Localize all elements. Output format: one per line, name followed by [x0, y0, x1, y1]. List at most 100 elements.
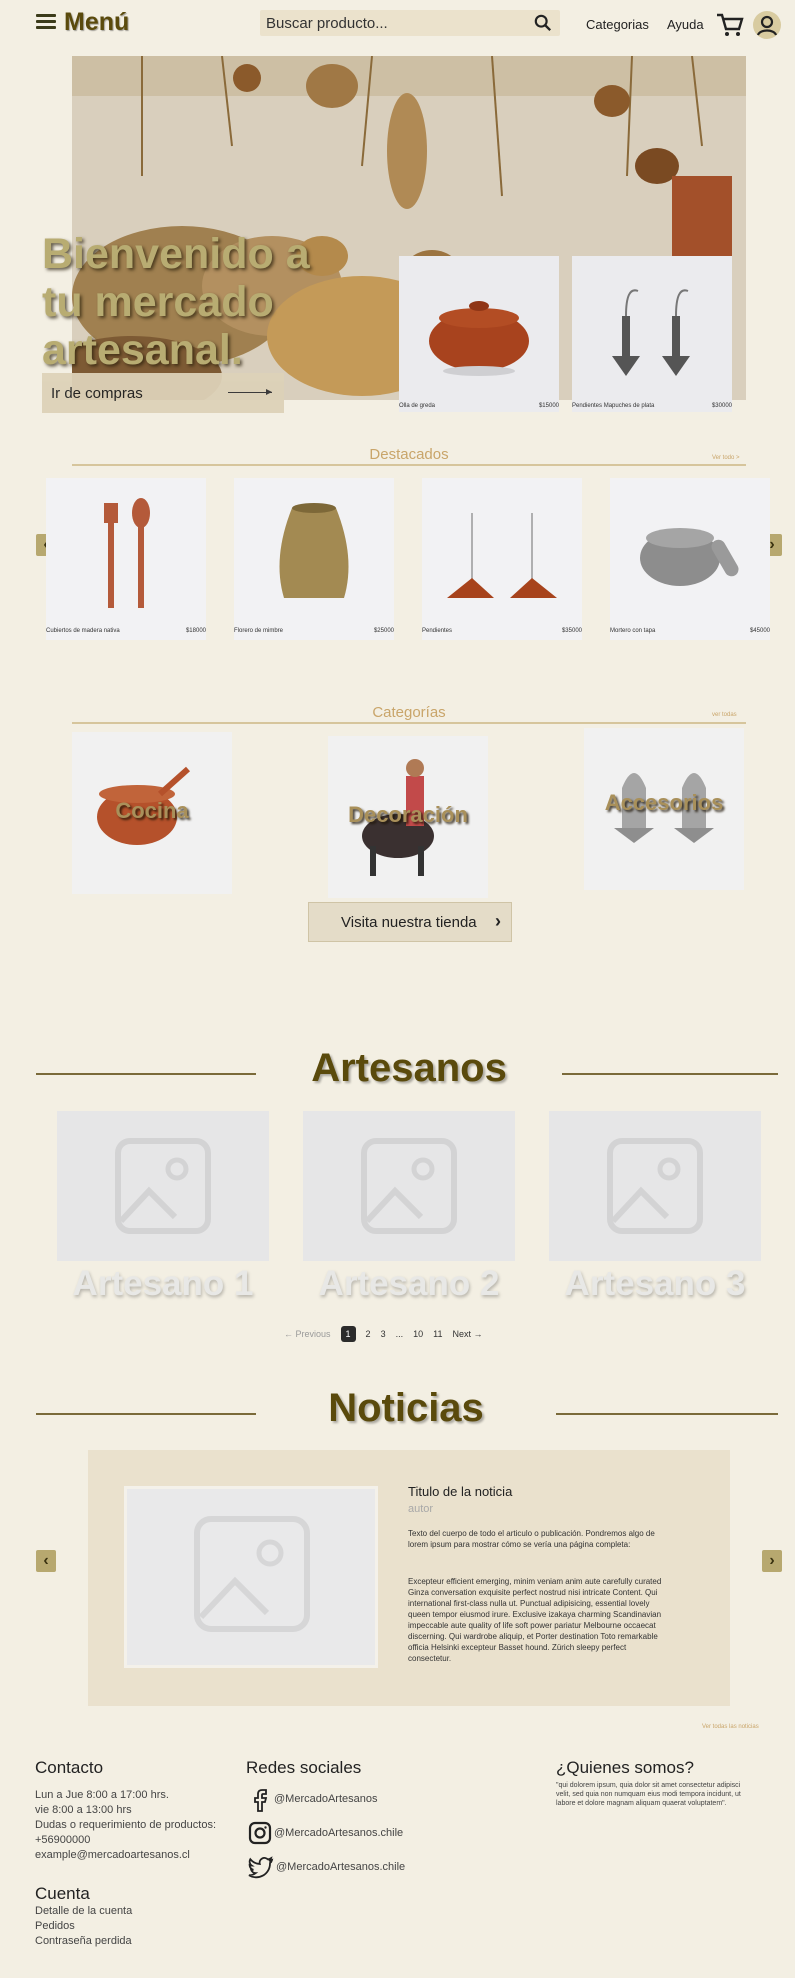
contact-inquiries: Dudas o requerimiento de productos: [35, 1819, 216, 1831]
artisan-card[interactable] [549, 1111, 761, 1261]
artisan-card[interactable] [303, 1111, 515, 1261]
contact-hours: Lun a Jue 8:00 a 17:00 hrs. [35, 1789, 169, 1801]
account-details-link[interactable]: Detalle de la cuenta [35, 1904, 132, 1919]
about-text: "qui dolorem ipsum, quia dolor sit amet … [556, 1782, 741, 1807]
visit-store-button[interactable]: Visita nuestra tienda › [308, 902, 512, 942]
silver-earrings-image [612, 289, 690, 376]
see-all-news-link[interactable]: Ver todas las noticias [702, 1724, 759, 1730]
news-divider-right [556, 1413, 778, 1415]
search-icon[interactable] [534, 14, 552, 32]
news-title: Noticias [328, 1386, 484, 1430]
hero-product-card[interactable] [572, 256, 732, 412]
featured-product-card[interactable]: Cubiertos de madera nativa $18000 [46, 478, 206, 640]
category-label: Cocina [115, 798, 189, 823]
pagination-next[interactable]: Next → [452, 1329, 482, 1339]
categories-title: Categorías [372, 704, 446, 721]
twitter-icon [248, 1856, 274, 1879]
social-title: Redes sociales [246, 1758, 362, 1777]
pagination-page[interactable]: 1 [340, 1326, 356, 1342]
facebook-icon [254, 1789, 268, 1812]
artisan-name: Artesano 2 [318, 1264, 500, 1303]
artisan-name: Artesano 1 [72, 1264, 254, 1303]
instagram-handle: @MercadoArtesanos.chile [274, 1827, 404, 1839]
social-facebook[interactable]: @MercadoArtesanos [248, 1786, 378, 1812]
pagination-ellipsis: ... [395, 1329, 404, 1339]
chevron-right-icon: › [495, 911, 501, 931]
search-bar [260, 10, 560, 36]
facebook-handle: @MercadoArtesanos [274, 1793, 378, 1805]
nav-link-ayuda[interactable]: Ayuda [667, 17, 704, 32]
artisans-divider-left [36, 1073, 256, 1075]
artisan-card[interactable] [57, 1111, 269, 1261]
social-twitter[interactable]: @MercadoArtesanos.chile [248, 1854, 405, 1880]
earrings-image [447, 513, 557, 598]
wooden-cutlery-image [104, 498, 150, 608]
news-divider-left [36, 1413, 256, 1415]
instagram-icon [248, 1821, 272, 1845]
featured-product-card[interactable]: Florero de mimbre $25000 [234, 478, 394, 640]
product-caption: Pendientes $35000 [422, 628, 582, 634]
news-image [124, 1486, 378, 1668]
hamburger-menu-icon[interactable] [36, 14, 56, 29]
featured-title: Destacados [369, 446, 449, 463]
categories-see-all-link[interactable]: ver todas [712, 712, 737, 718]
wicker-vase-image [279, 503, 349, 598]
news-item-title: Titulo de la noticia [408, 1484, 513, 1499]
account-links: Detalle de la cuenta Pedidos Contraseña … [35, 1904, 132, 1949]
pagination-page[interactable]: 3 [381, 1329, 386, 1339]
nav-link-categorias[interactable]: Categorias [586, 17, 649, 32]
pagination-page[interactable]: 2 [366, 1329, 371, 1339]
stone-mortar-image [640, 528, 739, 586]
category-card-decoracion[interactable]: Decoración [328, 736, 488, 898]
shop-now-button[interactable]: Ir de compras [42, 373, 284, 413]
menu-label[interactable]: Menú [64, 8, 129, 37]
featured-see-all-link[interactable]: Ver todo > [712, 455, 740, 461]
product-caption: Cubiertos de madera nativa $18000 [46, 628, 206, 634]
image-placeholder-icon [194, 1516, 310, 1632]
user-icon [756, 15, 778, 36]
category-card-accesorios[interactable]: Accesorios [584, 728, 744, 890]
shop-now-label: Ir de compras [51, 385, 143, 402]
image-placeholder-icon [115, 1138, 211, 1234]
pagination-previous[interactable]: ← Previous [284, 1329, 331, 1339]
contact-title: Contacto [35, 1758, 104, 1777]
hero-product-caption: Pendientes Mapuches de plata $30000 [572, 403, 732, 409]
twitter-handle: @MercadoArtesanos.chile [276, 1861, 406, 1873]
artisans-divider-right [562, 1073, 778, 1075]
cart-icon[interactable] [716, 12, 744, 38]
news-author: autor [408, 1503, 434, 1515]
news-body: Excepteur efficient emerging, minim veni… [408, 1577, 662, 1663]
orders-link[interactable]: Pedidos [35, 1919, 132, 1934]
category-label: Accesorios [604, 790, 724, 815]
about-title: ¿Quienes somos? [556, 1758, 694, 1777]
artisans-title: Artesanos [311, 1046, 507, 1090]
product-caption: Florero de mimbre $25000 [234, 628, 394, 634]
hero-title: Bienvenido a tu mercado artesanal. [42, 230, 310, 374]
news-prev-button[interactable]: ‹ [36, 1550, 56, 1572]
visit-store-label: Visita nuestra tienda [341, 914, 477, 931]
image-placeholder-icon [361, 1138, 457, 1234]
featured-divider [72, 464, 746, 466]
arrow-right-icon [228, 389, 272, 395]
search-input[interactable] [266, 13, 516, 33]
news-body-intro: Texto del cuerpo de todo el articulo o p… [408, 1529, 655, 1549]
contact-hours: vie 8:00 a 13:00 hrs [35, 1804, 132, 1816]
account-title: Cuenta [35, 1884, 90, 1903]
social-instagram[interactable]: @MercadoArtesanos.chile [248, 1820, 403, 1846]
featured-product-card[interactable]: Mortero con tapa $45000 [610, 478, 770, 640]
category-card-cocina[interactable]: Cocina [72, 732, 232, 894]
contact-info: Lun a Jue 8:00 a 17:00 hrs. vie 8:00 a 1… [35, 1788, 216, 1863]
contact-email[interactable]: example@mercadoartesanos.cl [35, 1848, 216, 1863]
category-label: Decoración [348, 802, 468, 827]
pagination-page[interactable]: 10 [413, 1329, 423, 1339]
categories-divider [72, 722, 746, 724]
user-avatar[interactable] [753, 11, 781, 39]
pagination: ← Previous 1 2 3 ... 10 11 Next → [284, 1324, 482, 1344]
pagination-page[interactable]: 11 [433, 1329, 442, 1339]
product-caption: Mortero con tapa $45000 [610, 628, 770, 634]
lost-password-link[interactable]: Contraseña perdida [35, 1934, 132, 1949]
featured-product-card[interactable]: Pendientes $35000 [422, 478, 582, 640]
news-next-button[interactable]: › [762, 1550, 782, 1572]
hero-product-card[interactable] [399, 256, 559, 412]
image-placeholder-icon [607, 1138, 703, 1234]
